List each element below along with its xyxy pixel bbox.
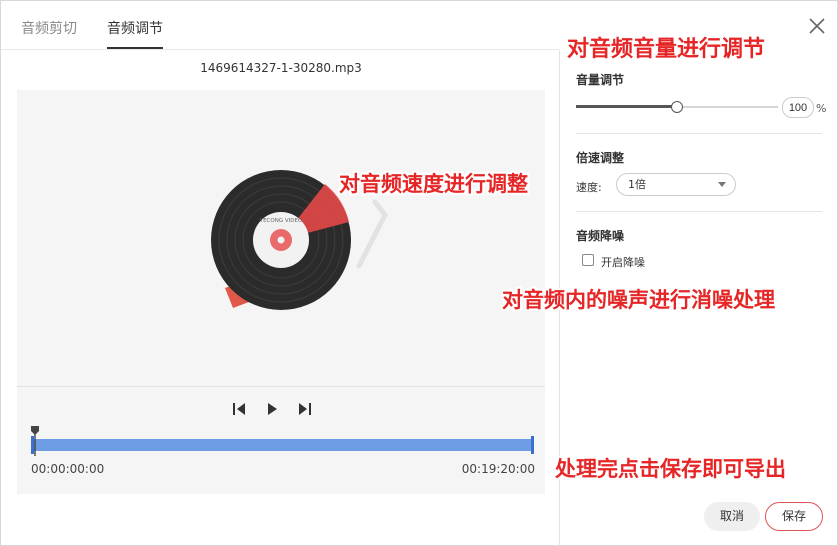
section-divider: [576, 133, 822, 134]
speed-selected-value: 1倍: [628, 178, 646, 191]
volume-unit: %: [816, 102, 827, 115]
denoise-annotation: 对音频内的噪声进行消噪处理: [502, 288, 775, 312]
start-time: 00:00:00:00: [31, 462, 105, 476]
speed-annotation: 对音频速度进行调整: [339, 172, 528, 196]
cancel-button[interactable]: 取消: [704, 502, 760, 531]
trim-handle-end[interactable]: [531, 436, 534, 454]
audio-adjust-dialog: 音频剪切 音频调节 1469614327-1-30280.mp3 YECONG …: [0, 0, 838, 546]
section-divider: [576, 211, 822, 212]
playhead-marker[interactable]: [31, 426, 39, 456]
timeline-track[interactable]: [33, 439, 533, 451]
close-icon[interactable]: [806, 15, 828, 37]
volume-slider-fill: [576, 105, 677, 108]
disc-label: YECONG VIDEO: [259, 218, 303, 224]
volume-annotation: 对音频音量进行调节: [567, 37, 766, 62]
timeline: [31, 426, 535, 466]
play-icon[interactable]: [263, 400, 281, 418]
dropdown-caret-icon: [718, 182, 726, 187]
playback-controls: [231, 400, 313, 418]
volume-slider[interactable]: [576, 99, 778, 115]
preview-separator: [17, 386, 545, 387]
volume-title: 音量调节: [576, 73, 625, 87]
previous-frame-icon[interactable]: [231, 400, 249, 418]
denoise-title: 音频降噪: [576, 229, 625, 243]
tab-audio-cut[interactable]: 音频剪切: [21, 19, 77, 49]
file-name: 1469614327-1-30280.mp3: [200, 61, 362, 75]
speed-title: 倍速调整: [576, 151, 625, 165]
denoise-checkbox[interactable]: [582, 254, 594, 266]
tab-divider: [1, 49, 559, 50]
volume-input[interactable]: [782, 97, 814, 118]
speed-label: 速度:: [576, 181, 602, 194]
save-button[interactable]: 保存: [765, 502, 823, 531]
denoise-checkbox-label[interactable]: 开启降噪: [601, 254, 645, 270]
save-annotation: 处理完点击保存即可导出: [555, 457, 786, 481]
speed-select[interactable]: 1倍: [616, 173, 736, 196]
tab-audio-adjust[interactable]: 音频调节: [107, 19, 163, 49]
end-time: 00:19:20:00: [461, 462, 535, 476]
next-frame-icon[interactable]: [295, 400, 313, 418]
tab-bar: 音频剪切 音频调节: [21, 19, 163, 49]
preview-panel: YECONG VIDEO 00:00:00:00 00:19:20:00: [17, 90, 545, 494]
volume-slider-knob[interactable]: [671, 101, 683, 113]
